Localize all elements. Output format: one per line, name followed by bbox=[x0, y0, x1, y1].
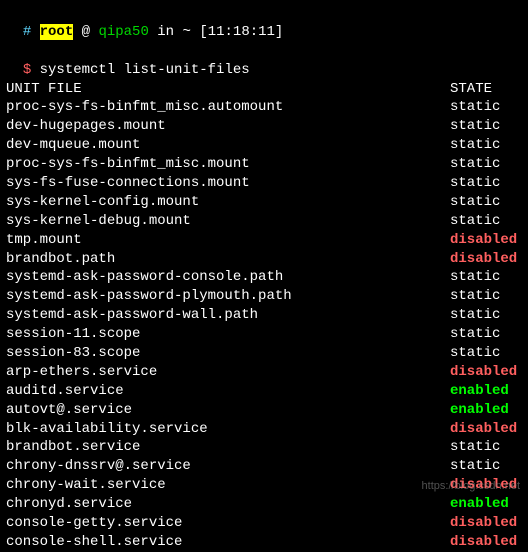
unit-state: disabled bbox=[450, 420, 522, 439]
unit-row: chrony-dnssrv@.service static bbox=[6, 457, 522, 476]
header-unit: UNIT FILE bbox=[6, 80, 82, 99]
unit-row: proc-sys-fs-binfmt_misc.automount static bbox=[6, 98, 522, 117]
unit-row: auditd.service enabled bbox=[6, 382, 522, 401]
unit-file: dev-hugepages.mount bbox=[6, 117, 166, 136]
unit-file: arp-ethers.service bbox=[6, 363, 157, 382]
prompt-path: ~ bbox=[183, 24, 191, 40]
unit-file: systemd-ask-password-plymouth.path bbox=[6, 287, 292, 306]
unit-file: blk-availability.service bbox=[6, 420, 208, 439]
shell-prompt-line-2[interactable]: $ systemctl list-unit-files bbox=[6, 42, 522, 80]
prompt-host: qipa50 bbox=[98, 24, 148, 40]
unit-file: sys-fs-fuse-connections.mount bbox=[6, 174, 250, 193]
unit-row: systemd-ask-password-console.path static bbox=[6, 268, 522, 287]
unit-state: static bbox=[450, 287, 522, 306]
unit-state: static bbox=[450, 136, 522, 155]
unit-file: brandbot.service bbox=[6, 438, 140, 457]
unit-state: static bbox=[450, 344, 522, 363]
unit-row: chronyd.service enabled bbox=[6, 495, 522, 514]
unit-row: sys-fs-fuse-connections.mount static bbox=[6, 174, 522, 193]
unit-state: disabled bbox=[450, 231, 522, 250]
prompt-at: @ bbox=[82, 24, 90, 40]
unit-file: brandbot.path bbox=[6, 250, 115, 269]
unit-row: session-83.scope static bbox=[6, 344, 522, 363]
unit-file: session-83.scope bbox=[6, 344, 140, 363]
unit-file: console-getty.service bbox=[6, 514, 182, 533]
unit-row: brandbot.path disabled bbox=[6, 250, 522, 269]
unit-state: disabled bbox=[450, 363, 522, 382]
unit-row: console-shell.service disabled bbox=[6, 533, 522, 552]
unit-file: systemd-ask-password-wall.path bbox=[6, 306, 258, 325]
unit-state: enabled bbox=[450, 382, 522, 401]
unit-row: dev-hugepages.mount static bbox=[6, 117, 522, 136]
prompt-dollar: $ bbox=[23, 62, 31, 78]
unit-file: autovt@.service bbox=[6, 401, 132, 420]
unit-row: systemd-ask-password-wall.path static bbox=[6, 306, 522, 325]
prompt-user: root bbox=[40, 24, 74, 40]
unit-state: enabled bbox=[450, 495, 522, 514]
unit-state: static bbox=[450, 306, 522, 325]
prompt-time: [11:18:11] bbox=[199, 24, 283, 40]
unit-state: enabled bbox=[450, 401, 522, 420]
unit-file: systemd-ask-password-console.path bbox=[6, 268, 283, 287]
unit-state: static bbox=[450, 457, 522, 476]
unit-file: tmp.mount bbox=[6, 231, 82, 250]
output-header: UNIT FILE STATE bbox=[6, 80, 522, 99]
unit-state: static bbox=[450, 438, 522, 457]
unit-row: console-getty.service disabled bbox=[6, 514, 522, 533]
unit-row: session-11.scope static bbox=[6, 325, 522, 344]
unit-row: sys-kernel-config.mount static bbox=[6, 193, 522, 212]
unit-row: systemd-ask-password-plymouth.path static bbox=[6, 287, 522, 306]
unit-file: chrony-dnssrv@.service bbox=[6, 457, 191, 476]
unit-row: autovt@.service enabled bbox=[6, 401, 522, 420]
unit-file: auditd.service bbox=[6, 382, 124, 401]
unit-row: proc-sys-fs-binfmt_misc.mount static bbox=[6, 155, 522, 174]
unit-state: disabled bbox=[450, 250, 522, 269]
unit-file: dev-mqueue.mount bbox=[6, 136, 140, 155]
unit-state: static bbox=[450, 155, 522, 174]
unit-file: session-11.scope bbox=[6, 325, 140, 344]
unit-file: proc-sys-fs-binfmt_misc.automount bbox=[6, 98, 283, 117]
shell-prompt-line-1: # root @ qipa50 in ~ [11:18:11] bbox=[6, 4, 522, 42]
unit-row: tmp.mount disabled bbox=[6, 231, 522, 250]
prompt-in: in bbox=[157, 24, 174, 40]
unit-row: dev-mqueue.mount static bbox=[6, 136, 522, 155]
unit-state: static bbox=[450, 193, 522, 212]
unit-file: proc-sys-fs-binfmt_misc.mount bbox=[6, 155, 250, 174]
unit-state: static bbox=[450, 325, 522, 344]
unit-file: sys-kernel-config.mount bbox=[6, 193, 199, 212]
command-text: systemctl list-unit-files bbox=[40, 62, 250, 78]
unit-state: disabled bbox=[450, 533, 522, 552]
unit-state: static bbox=[450, 268, 522, 287]
unit-state: static bbox=[450, 117, 522, 136]
unit-file: sys-kernel-debug.mount bbox=[6, 212, 191, 231]
unit-file: chronyd.service bbox=[6, 495, 132, 514]
prompt-hash: # bbox=[23, 24, 31, 40]
unit-state: static bbox=[450, 174, 522, 193]
unit-row: brandbot.service static bbox=[6, 438, 522, 457]
unit-row: arp-ethers.service disabled bbox=[6, 363, 522, 382]
unit-file: chrony-wait.service bbox=[6, 476, 166, 495]
unit-file: console-shell.service bbox=[6, 533, 182, 552]
unit-state: disabled bbox=[450, 514, 522, 533]
watermark-text: https://blog.csdn.net bbox=[422, 479, 520, 494]
unit-state: static bbox=[450, 212, 522, 231]
unit-row: sys-kernel-debug.mount static bbox=[6, 212, 522, 231]
unit-state: static bbox=[450, 98, 522, 117]
unit-row: blk-availability.service disabled bbox=[6, 420, 522, 439]
header-state: STATE bbox=[450, 80, 522, 99]
